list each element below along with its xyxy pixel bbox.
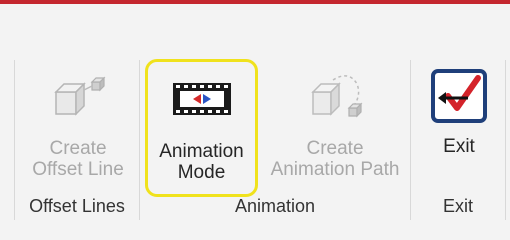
create-offset-line-button[interactable]: Create Offset Line (22, 70, 134, 180)
exit-label: Exit (443, 136, 475, 157)
animation-path-icon (311, 75, 363, 118)
offset-line-icon (54, 76, 106, 116)
create-animation-path-button[interactable]: Create Animation Path (262, 70, 408, 180)
group-separator (139, 60, 140, 220)
group-separator (505, 60, 506, 220)
ribbon: Create Offset Line Offset Lines Animatio… (0, 4, 510, 227)
animation-mode-button[interactable]: Animation Mode (145, 59, 258, 197)
film-strip-icon (172, 83, 231, 115)
exit-button[interactable]: Exit (416, 68, 502, 157)
create-offset-line-label-line2: Offset Line (32, 159, 124, 180)
create-animation-path-label-line2: Animation Path (270, 159, 400, 180)
group-label-offset-lines: Offset Lines (29, 196, 125, 216)
group-separator (14, 60, 15, 220)
animation-mode-label-line1: Animation (159, 141, 244, 162)
group-label-exit: Exit (442, 196, 473, 216)
create-offset-line-label-line1: Create (49, 138, 107, 159)
group-label-animation: Animation (234, 196, 316, 216)
animation-mode-label-line2: Mode (177, 162, 226, 183)
create-animation-path-label-line1: Create (306, 138, 364, 159)
exit-checkmark-icon (431, 69, 487, 123)
